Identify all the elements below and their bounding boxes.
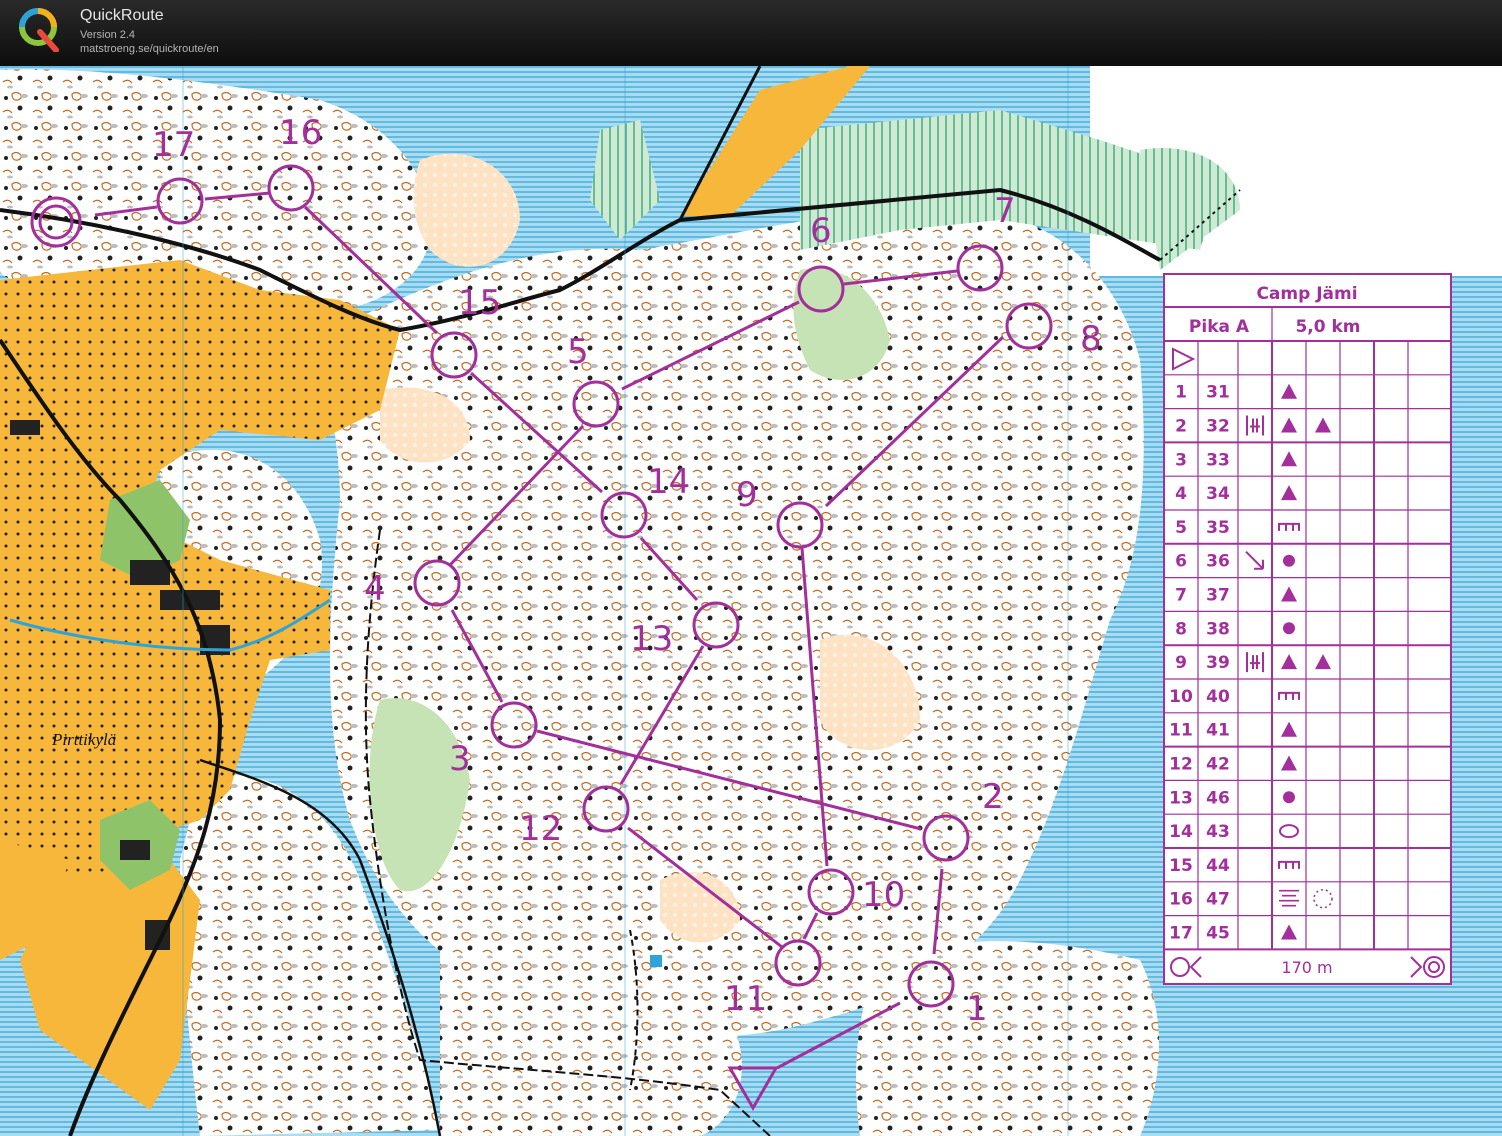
control-row-number: 16 [1169, 890, 1193, 910]
control-row-code: 46 [1206, 788, 1230, 808]
control-number-3: 3 [449, 739, 471, 779]
control-row-code: 34 [1206, 484, 1230, 504]
control-row-code: 44 [1206, 856, 1230, 876]
control-row-number: 6 [1175, 552, 1187, 572]
control-number-7: 7 [994, 191, 1016, 231]
control-number-9: 9 [736, 475, 758, 515]
control-row-number: 5 [1175, 518, 1187, 538]
control-row-number: 4 [1175, 484, 1187, 504]
control-description-card: Camp Jämi Pika A 5,0 km 1 312 323 334 345 356… [1163, 273, 1452, 985]
control-row-number: 7 [1175, 586, 1187, 606]
control-number-12: 12 [519, 809, 562, 849]
boulder-dot-icon [1283, 554, 1295, 567]
control-row-code: 36 [1206, 552, 1230, 572]
control-row-number: 17 [1169, 924, 1193, 944]
control-row-number: 14 [1169, 822, 1193, 842]
control-number-6: 6 [810, 211, 832, 251]
control-row-number: 12 [1169, 755, 1193, 775]
control-number-17: 17 [152, 125, 195, 165]
app-version: Version 2.4 [80, 29, 136, 41]
quickroute-logo-icon [19, 8, 59, 52]
control-row-number: 11 [1169, 721, 1193, 741]
building [130, 560, 170, 585]
control-number-15: 15 [458, 283, 501, 323]
control-row-number: 15 [1169, 856, 1193, 876]
control-row-number: 13 [1169, 788, 1193, 808]
control-number-16: 16 [279, 113, 322, 153]
control-row-code: 47 [1206, 890, 1230, 910]
boulder-dot-icon [1283, 791, 1295, 804]
control-row-code: 35 [1206, 518, 1230, 538]
app-name: QuickRoute [80, 7, 164, 24]
control-row-code: 42 [1206, 755, 1230, 775]
title-bar: QuickRoute Version 2.4 matstroeng.se/qui… [0, 0, 1502, 66]
control-number-1: 1 [966, 989, 988, 1029]
control-number-14: 14 [647, 462, 690, 502]
control-row-number: 1 [1175, 383, 1187, 403]
control-row-number: 10 [1169, 687, 1193, 707]
control-number-4: 4 [364, 569, 386, 609]
control-number-5: 5 [567, 332, 589, 372]
building [10, 420, 40, 435]
control-row-number: 2 [1175, 417, 1187, 437]
control-row-number: 3 [1175, 450, 1187, 470]
rocky-forest-area-southeast [856, 941, 1159, 1136]
control-row-number: 9 [1175, 653, 1187, 673]
course-name: Pika A [1189, 317, 1250, 337]
control-number-8: 8 [1080, 319, 1102, 359]
finish-distance: 170 m [1281, 958, 1332, 977]
place-name-label: Pirttikylä [51, 730, 116, 749]
control-row-code: 31 [1206, 383, 1230, 403]
control-row-code: 38 [1206, 619, 1230, 639]
control-row-code: 32 [1206, 417, 1230, 437]
control-row-code: 40 [1206, 687, 1230, 707]
control-row-code: 37 [1206, 586, 1230, 606]
app-url-link[interactable]: matstroeng.se/quickroute/en [80, 43, 219, 55]
control-number-2: 2 [982, 777, 1004, 817]
control-row-code: 41 [1206, 721, 1230, 741]
event-name: Camp Jämi [1256, 284, 1357, 304]
control-number-10: 10 [862, 875, 905, 915]
control-row-code: 33 [1206, 450, 1230, 470]
building [120, 840, 150, 860]
control-row-code: 45 [1206, 924, 1230, 944]
control-row-code: 39 [1206, 653, 1230, 673]
control-number-13: 13 [630, 619, 673, 659]
water-tank [650, 955, 662, 967]
control-row-number: 8 [1175, 619, 1187, 639]
boulder-dot-icon [1283, 622, 1295, 635]
course-length: 5,0 km [1295, 317, 1360, 337]
control-row-code: 43 [1206, 822, 1230, 842]
control-number-11: 11 [724, 979, 767, 1019]
